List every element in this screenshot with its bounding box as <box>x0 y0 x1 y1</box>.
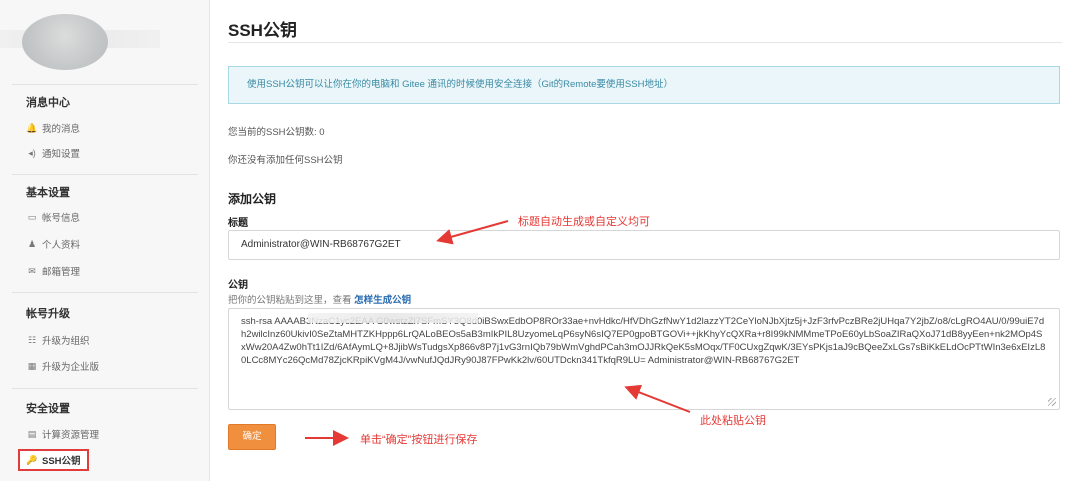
sidebar-item-label: 个人资料 <box>42 240 81 251</box>
sidebar-section-messages: 消息中心 <box>26 97 70 109</box>
sidebar-item-compute-resources[interactable]: ▤ 计算资源管理 <box>26 427 100 442</box>
sidebar-item-email[interactable]: ✉ 邮箱管理 <box>26 264 81 279</box>
title-annotation: 标题自动生成或自定义均可 <box>518 216 650 228</box>
page-title: SSH公钥 <box>228 21 297 40</box>
card-icon: ▭ <box>27 211 37 222</box>
button-annotation: 单击“确定”按钮进行保存 <box>360 434 478 446</box>
how-to-generate-link[interactable]: 怎样生成公钥 <box>354 295 411 306</box>
sidebar-divider <box>12 388 198 389</box>
main-content: SSH公钥 使用SSH公钥可以让你在你的电脑和 Gitee 通讯的时候使用安全连… <box>228 0 1062 481</box>
sidebar-item-label: SSH公钥 <box>42 456 81 467</box>
sidebar-item-label: 升级为组织 <box>42 336 90 347</box>
sidebar-item-label: 我的消息 <box>42 124 81 135</box>
public-key-value: ssh-rsa AAAAB3NzaC1yc2EAA G0wstzZl7SFmSY… <box>241 316 1046 366</box>
speaker-icon: ◂) <box>28 147 36 158</box>
sidebar-item-label: 升级为企业版 <box>42 362 100 373</box>
bell-icon: 🔔 <box>26 122 38 133</box>
sidebar-item-label: 计算资源管理 <box>42 430 100 441</box>
sidebar-item-account-info[interactable]: ▭ 帐号信息 <box>26 210 81 225</box>
redacted-key-segment <box>308 313 478 323</box>
sidebar-divider <box>12 174 198 175</box>
key-icon: 🔑 <box>26 454 38 465</box>
public-key-hint-text: 把你的公钥粘贴到这里，查看 <box>228 295 355 306</box>
public-key-hint: 把你的公钥粘贴到这里，查看 怎样生成公钥 <box>228 292 411 306</box>
sidebar: 消息中心 🔔 我的消息 ◂) 通知设置 基本设置 ▭ 帐号信息 ♟ 个人资料 ✉… <box>0 0 210 481</box>
title-label: 标题 <box>228 218 248 229</box>
sidebar-item-label: 帐号信息 <box>42 213 81 224</box>
sidebar-item-profile[interactable]: ♟ 个人资料 <box>26 237 81 252</box>
group-icon: ☷ <box>27 334 37 345</box>
resize-handle[interactable] <box>1048 398 1056 406</box>
sidebar-item-label: 邮箱管理 <box>42 267 81 278</box>
sidebar-item-upgrade-enterprise[interactable]: ▦ 升级为企业版 <box>26 359 100 374</box>
user-icon: ♟ <box>27 238 37 249</box>
sidebar-section-security: 安全设置 <box>26 403 70 415</box>
avatar[interactable] <box>22 14 108 70</box>
title-divider <box>228 42 1062 43</box>
sidebar-item-my-messages[interactable]: 🔔 我的消息 <box>26 121 81 136</box>
info-banner: 使用SSH公钥可以让你在你的电脑和 Gitee 通讯的时候使用安全连接（Git的… <box>228 66 1060 104</box>
empty-state-text: 你还没有添加任何SSH公钥 <box>228 155 343 166</box>
sidebar-divider <box>12 292 198 293</box>
sidebar-item-label: 通知设置 <box>42 149 81 160</box>
sidebar-section-basic: 基本设置 <box>26 187 70 199</box>
sidebar-section-upgrade: 帐号升级 <box>26 308 70 320</box>
mail-icon: ✉ <box>28 265 36 276</box>
public-key-textarea[interactable]: ssh-rsa AAAAB3NzaC1yc2EAA G0wstzZl7SFmSY… <box>228 308 1060 410</box>
building-icon: ▦ <box>27 360 37 371</box>
key-title-input[interactable]: Administrator@WIN-RB68767G2ET <box>228 230 1060 260</box>
sidebar-item-ssh-keys[interactable]: 🔑 SSH公钥 <box>18 449 89 471</box>
public-key-label: 公钥 <box>228 280 248 291</box>
server-icon: ▤ <box>27 428 37 439</box>
ssh-key-count: 您当前的SSH公钥数: 0 <box>228 127 325 138</box>
sidebar-item-notification-settings[interactable]: ◂) 通知设置 <box>26 146 81 161</box>
sidebar-divider <box>12 84 198 85</box>
confirm-button[interactable]: 确定 <box>228 424 276 450</box>
add-key-heading: 添加公钥 <box>228 192 277 206</box>
sidebar-item-upgrade-org[interactable]: ☷ 升级为组织 <box>26 333 90 348</box>
key-annotation: 此处粘贴公钥 <box>700 415 766 427</box>
